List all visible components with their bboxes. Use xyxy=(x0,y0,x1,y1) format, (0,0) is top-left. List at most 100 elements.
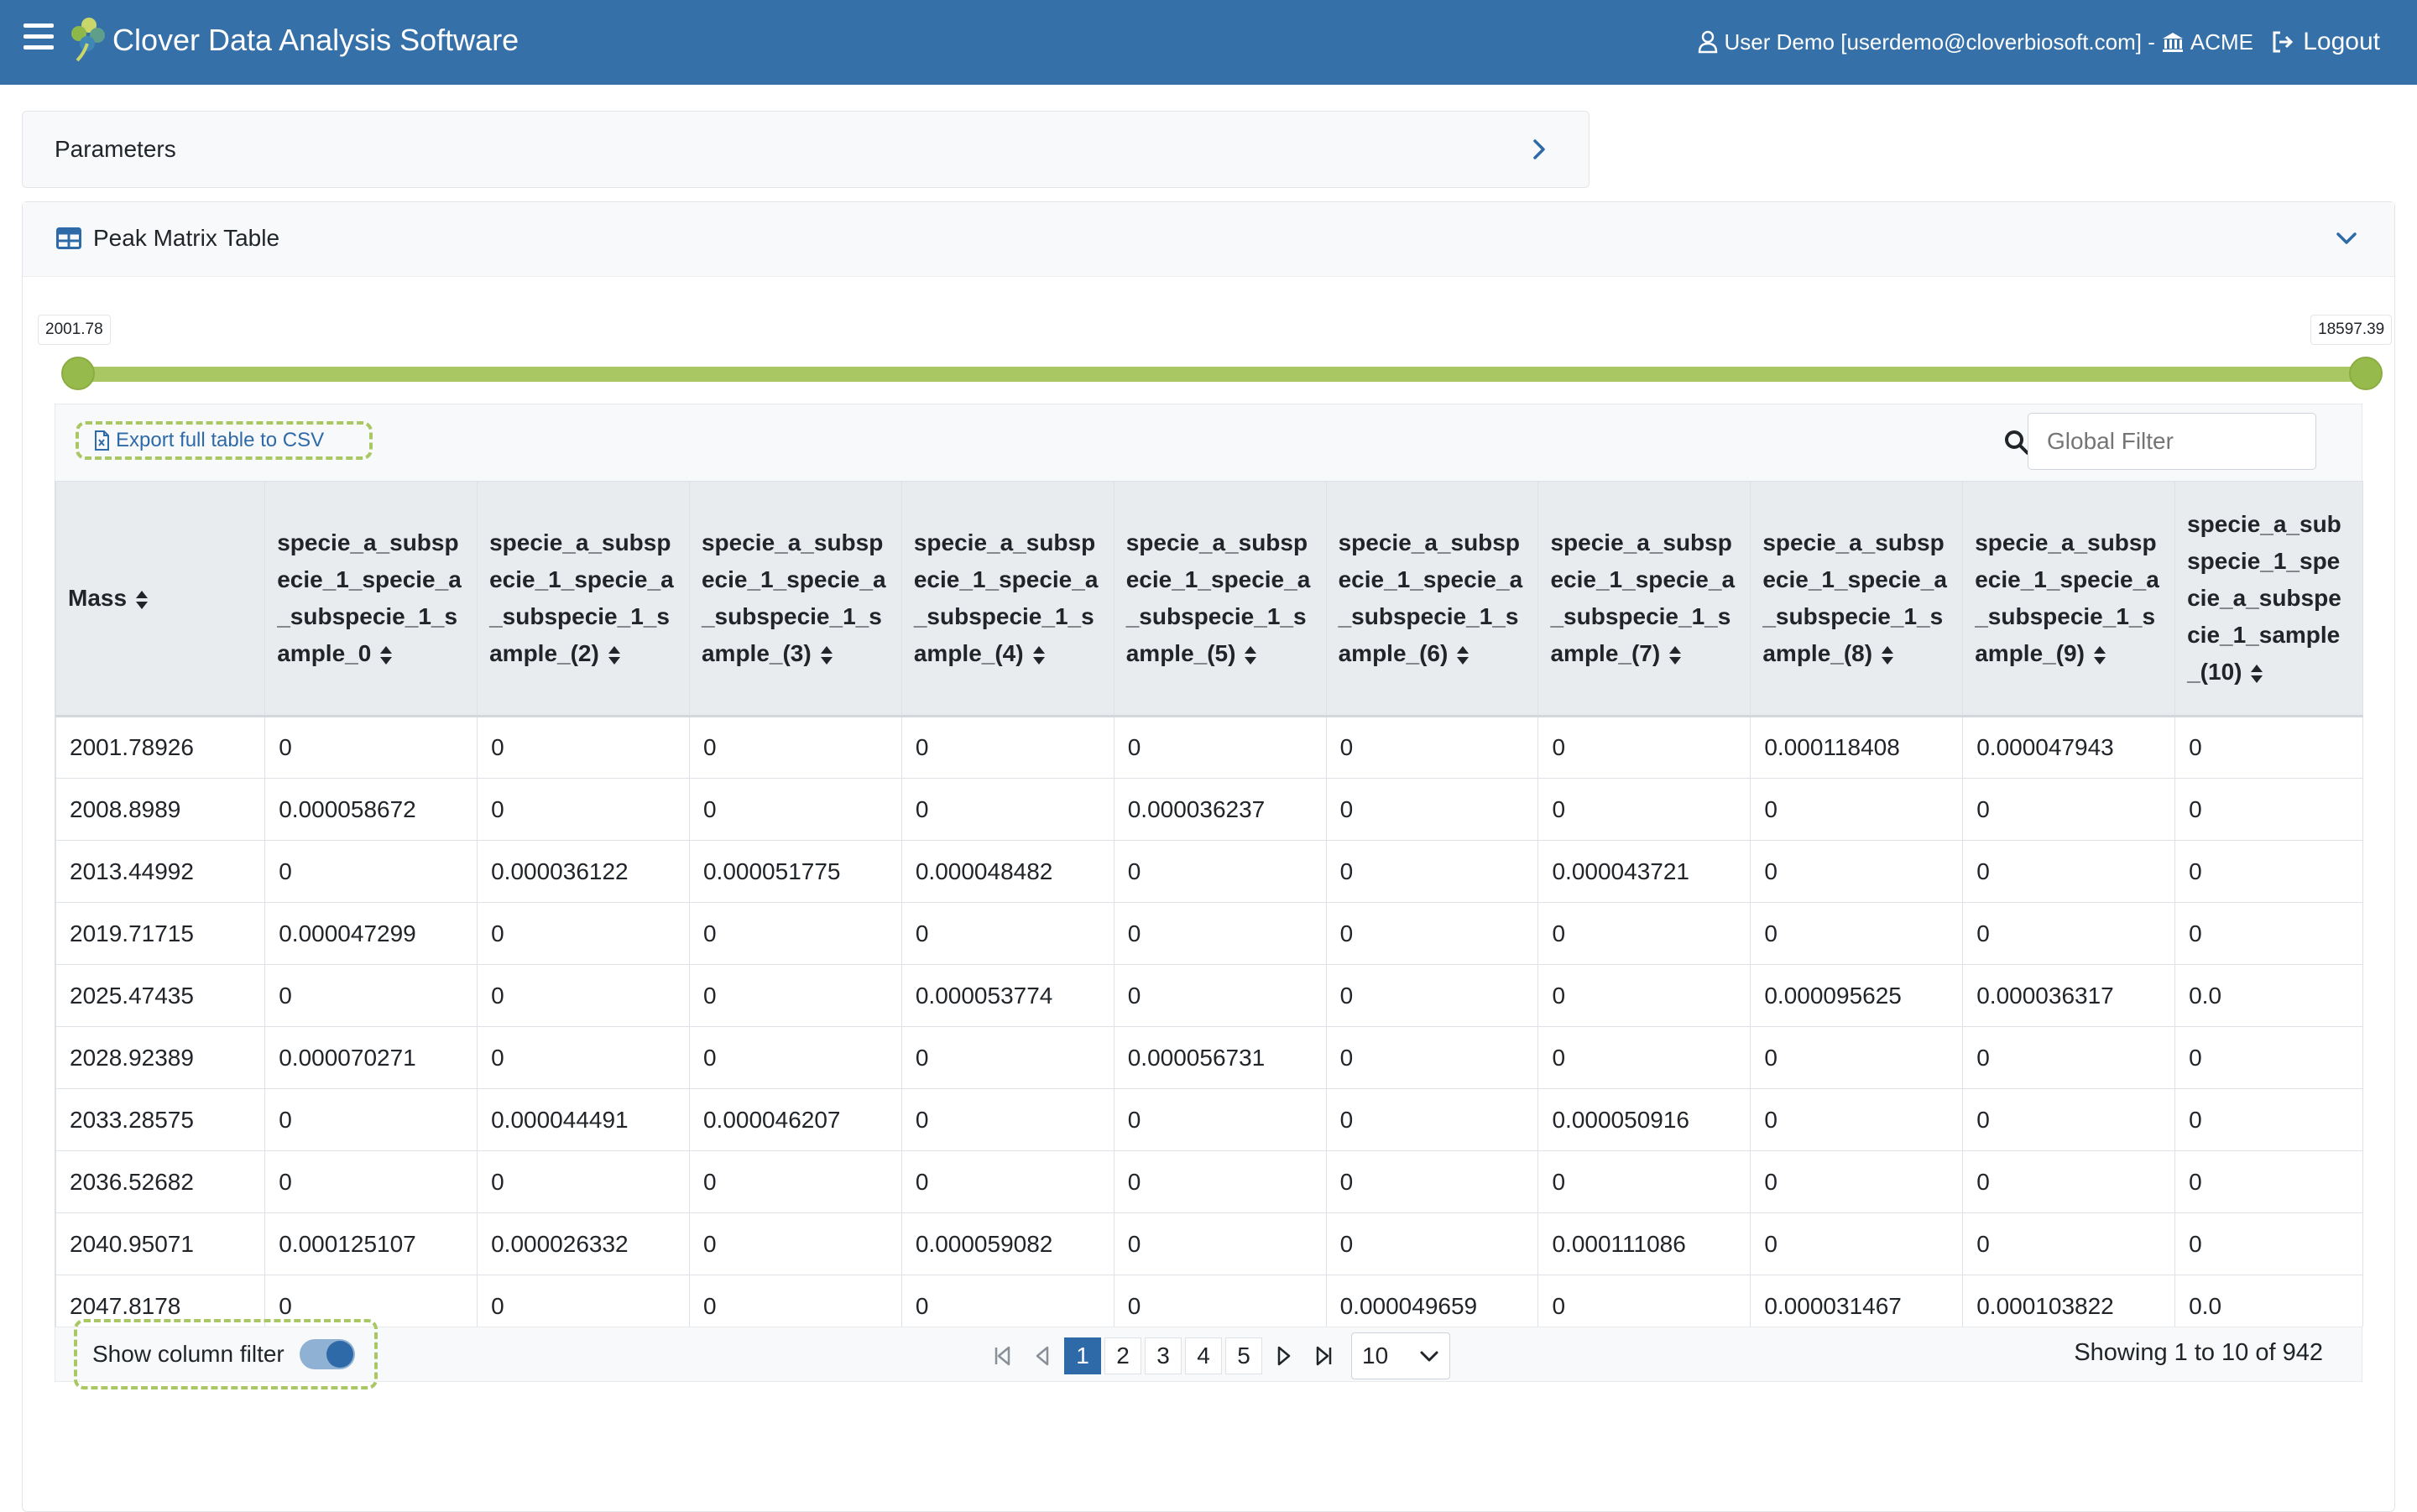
table-row: 2036.52682 0 0 0 0 0 0 0 0 0 0 xyxy=(55,1150,2363,1213)
sort-icon xyxy=(1669,645,1682,665)
table-cell: 0 xyxy=(901,1026,1115,1089)
next-page-button[interactable] xyxy=(1266,1337,1302,1374)
column-header[interactable]: specie_a_subspecie_1_specie_a_subspecie_… xyxy=(1962,481,2176,717)
table-row: 2028.92389 0.000070271 0 0 0 0.000056731 0 0 0 0 0 xyxy=(55,1026,2363,1089)
mass-range-slider[interactable] xyxy=(76,367,2373,382)
table-cell: 0.000095625 xyxy=(1750,964,1964,1027)
column-header[interactable]: specie_a_subspecie_1_specie_a_subspecie_… xyxy=(477,481,690,717)
page-button-1[interactable]: 1 xyxy=(1064,1337,1101,1374)
column-header[interactable]: specie_a_subspecie_1_specie_a_subspecie_… xyxy=(2174,481,2363,717)
column-header[interactable]: specie_a_subspecie_1_specie_a_subspecie_… xyxy=(901,481,1115,717)
export-csv-button[interactable]: Export full table to CSV xyxy=(76,421,373,460)
first-page-button[interactable] xyxy=(984,1337,1021,1374)
column-header[interactable]: specie_a_subspecie_1_specie_a_subspecie_… xyxy=(1537,481,1751,717)
column-header[interactable]: specie_a_subspecie_1_specie_a_subspecie_… xyxy=(1113,481,1327,717)
header-row: Mass specie_a_subspecie_1_specie_a_subsp… xyxy=(55,481,2363,717)
table-cell: 0 xyxy=(477,1150,690,1213)
table-cell: 2008.8989 xyxy=(55,778,266,841)
slider-max-handle[interactable] xyxy=(2349,357,2383,390)
table-cell: 0.000049659 xyxy=(1325,1275,1539,1327)
logout-button[interactable]: Logout xyxy=(2271,23,2380,60)
last-page-button[interactable] xyxy=(1306,1337,1343,1374)
org-label: ACME xyxy=(2190,29,2253,55)
table-cell: 0 xyxy=(901,778,1115,841)
table-cell: 0 xyxy=(1750,1212,1964,1275)
table-cell: 0 xyxy=(688,1275,902,1327)
slider-min-handle[interactable] xyxy=(61,357,95,390)
table-cell: 0 xyxy=(1325,1026,1539,1089)
table-cell: 0.000056731 xyxy=(1113,1026,1327,1089)
table-cell: 0 xyxy=(1537,902,1751,965)
peak-matrix-panel: Peak Matrix Table 2001.78 18597.39 Expor… xyxy=(22,201,2395,1512)
column-filter-toggle-wrapper[interactable]: Show column filter xyxy=(74,1319,378,1389)
table-cell: 0 xyxy=(688,1212,902,1275)
table-icon xyxy=(56,227,81,249)
hamburger-icon[interactable] xyxy=(23,23,54,57)
table-cell: 0 xyxy=(1325,778,1539,841)
table-cell: 0 xyxy=(901,902,1115,965)
table-cell: 0.000059082 xyxy=(901,1212,1115,1275)
table-cell: 0 xyxy=(901,1088,1115,1151)
table-cell: 0 xyxy=(1325,840,1539,903)
table-cell: 0 xyxy=(688,902,902,965)
app-title: Clover Data Analysis Software xyxy=(112,23,519,57)
column-header[interactable]: specie_a_subspecie_1_specie_a_subspecie_… xyxy=(1750,481,1964,717)
table-cell: 0 xyxy=(264,840,478,903)
column-header[interactable]: specie_a_subspecie_1_specie_a_subspecie_… xyxy=(688,481,902,717)
page-button-5[interactable]: 5 xyxy=(1225,1337,1262,1374)
table-cell: 0.000046207 xyxy=(688,1088,902,1151)
page-size-select[interactable]: 10 xyxy=(1351,1332,1450,1379)
table-cell: 0 xyxy=(1537,716,1751,779)
table-cell: 0.000047299 xyxy=(264,902,478,965)
peak-matrix-table-container[interactable]: Mass specie_a_subspecie_1_specie_a_subsp… xyxy=(55,481,2363,1327)
peak-matrix-table: Mass specie_a_subspecie_1_specie_a_subsp… xyxy=(55,481,2363,1327)
chevron-down-icon[interactable] xyxy=(2332,224,2361,253)
page-size-value: 10 xyxy=(1362,1343,1389,1369)
column-header[interactable]: Mass xyxy=(55,481,266,717)
file-csv-icon xyxy=(95,430,109,451)
table-cell: 0 xyxy=(1325,1088,1539,1151)
table-cell: 0 xyxy=(1325,902,1539,965)
table-cell: 0 xyxy=(2174,716,2363,779)
global-filter-input[interactable] xyxy=(2028,413,2316,470)
table-cell: 0 xyxy=(1962,1026,2176,1089)
sort-icon xyxy=(1882,645,1894,665)
table-cell: 2036.52682 xyxy=(55,1150,266,1213)
table-cell: 0 xyxy=(1962,902,2176,965)
peak-matrix-header[interactable]: Peak Matrix Table xyxy=(23,202,2394,277)
table-cell: 0 xyxy=(1962,840,2176,903)
column-header[interactable]: specie_a_subspecie_1_specie_a_subspecie_… xyxy=(1325,481,1539,717)
next-page-icon xyxy=(1277,1346,1291,1366)
table-cell: 0 xyxy=(1325,1150,1539,1213)
table-cell: 0 xyxy=(1113,1088,1327,1151)
table-cell: 0 xyxy=(1113,1150,1327,1213)
sort-icon xyxy=(136,590,149,609)
column-header[interactable]: specie_a_subspecie_1_specie_a_subspecie_… xyxy=(264,481,478,717)
table-cell: 0.000053774 xyxy=(901,964,1115,1027)
table-cell: 0.000036317 xyxy=(1962,964,2176,1027)
chevron-right-icon[interactable] xyxy=(1525,135,1553,164)
user-icon xyxy=(1698,30,1717,54)
slider-max-label: 18597.39 xyxy=(2310,315,2393,345)
chevron-down-icon xyxy=(1420,1351,1438,1362)
table-toolbar: Export full table to CSV xyxy=(55,404,2362,482)
page-button-3[interactable]: 3 xyxy=(1145,1337,1182,1374)
table-cell: 0.000036122 xyxy=(477,840,690,903)
prev-page-button[interactable] xyxy=(1024,1337,1061,1374)
page-button-2[interactable]: 2 xyxy=(1104,1337,1141,1374)
table-cell: 0 xyxy=(2174,1212,2363,1275)
column-filter-toggle[interactable] xyxy=(299,1339,355,1369)
table-cell: 0 xyxy=(1113,1212,1327,1275)
table-row: 2047.8178 0 0 0 0 0 0.000049659 0 0.000031467 0.0… xyxy=(55,1275,2363,1327)
table-cell: 0.000111086 xyxy=(1537,1212,1751,1275)
table-cell: 0 xyxy=(1750,840,1964,903)
table-cell: 0 xyxy=(264,716,478,779)
table-cell: 2025.47435 xyxy=(55,964,266,1027)
table-cell: 0 xyxy=(1113,716,1327,779)
table-cell: 2013.44992 xyxy=(55,840,266,903)
table-row: 2008.8989 0.000058672 0 0 0 0.000036237 0 0 0 0 0 xyxy=(55,778,2363,841)
parameters-panel[interactable]: Parameters xyxy=(22,111,1590,188)
logout-label: Logout xyxy=(2303,28,2380,55)
page-button-4[interactable]: 4 xyxy=(1185,1337,1222,1374)
table-row: 2001.78926 0 0 0 0 0 0 0 0.000118408 0.000047943 0 xyxy=(55,716,2363,779)
